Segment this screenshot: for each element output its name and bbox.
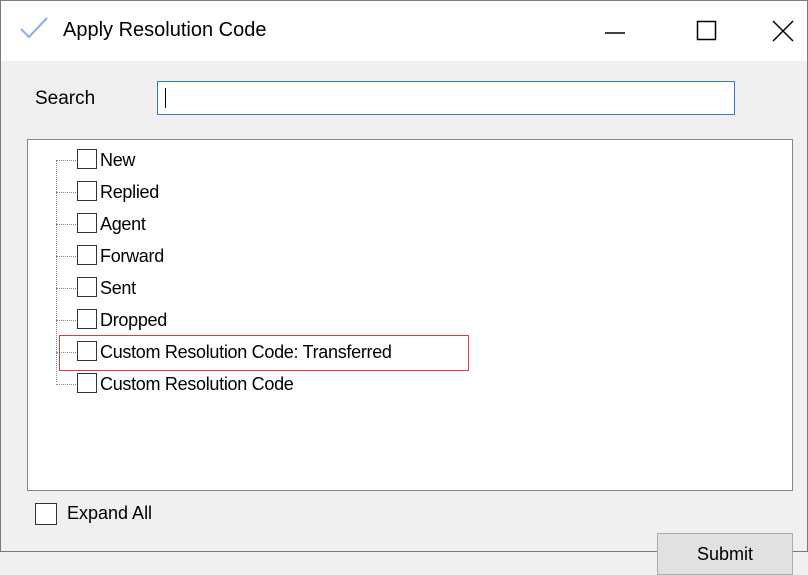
expand-all-checkbox[interactable] bbox=[35, 503, 57, 525]
tree-item-label: New bbox=[100, 150, 136, 170]
close-button[interactable] bbox=[753, 1, 808, 61]
checkmark-icon bbox=[20, 17, 48, 39]
checkbox-custom-resolution-code[interactable] bbox=[77, 373, 97, 393]
expand-all-label: Expand All bbox=[67, 503, 153, 523]
close-icon bbox=[772, 20, 794, 42]
search-input[interactable] bbox=[157, 81, 735, 115]
resolution-code-tree[interactable]: New Replied Agent Forward Sent Dropped C… bbox=[27, 139, 793, 491]
maximize-button[interactable] bbox=[677, 1, 737, 61]
tree-item-label: Sent bbox=[100, 278, 136, 298]
maximize-icon bbox=[696, 20, 717, 41]
minimize-button[interactable] bbox=[585, 1, 645, 61]
tree-item-new[interactable]: New bbox=[56, 146, 476, 174]
text-caret bbox=[165, 88, 166, 108]
minimize-icon bbox=[605, 32, 625, 34]
tree-item-label: Custom Resolution Code bbox=[100, 374, 294, 394]
window-title: Apply Resolution Code bbox=[63, 19, 267, 41]
dialog-window: Apply Resolution Code Search New Replied… bbox=[0, 0, 808, 575]
tree-item-forward[interactable]: Forward bbox=[56, 242, 476, 270]
tree-item-agent[interactable]: Agent bbox=[56, 210, 476, 238]
tree-item-replied[interactable]: Replied bbox=[56, 178, 476, 206]
tree-item-label: Replied bbox=[100, 182, 159, 202]
tree-item-dropped[interactable]: Dropped bbox=[56, 306, 476, 334]
search-label: Search bbox=[35, 88, 96, 109]
checkbox-replied[interactable] bbox=[77, 181, 97, 201]
highlight-annotation bbox=[59, 335, 469, 371]
checkbox-agent[interactable] bbox=[77, 213, 97, 233]
checkbox-dropped[interactable] bbox=[77, 309, 97, 329]
title-bar[interactable]: Apply Resolution Code bbox=[1, 1, 807, 61]
tree-item-label: Forward bbox=[100, 246, 164, 266]
checkbox-sent[interactable] bbox=[77, 277, 97, 297]
tree-item-label: Agent bbox=[100, 214, 146, 234]
tree-item-custom-resolution-code[interactable]: Custom Resolution Code bbox=[56, 370, 476, 398]
submit-button[interactable]: Submit bbox=[657, 533, 793, 575]
tree-item-sent[interactable]: Sent bbox=[56, 274, 476, 302]
checkbox-new[interactable] bbox=[77, 149, 97, 169]
checkbox-forward[interactable] bbox=[77, 245, 97, 265]
tree-item-label: Dropped bbox=[100, 310, 167, 330]
